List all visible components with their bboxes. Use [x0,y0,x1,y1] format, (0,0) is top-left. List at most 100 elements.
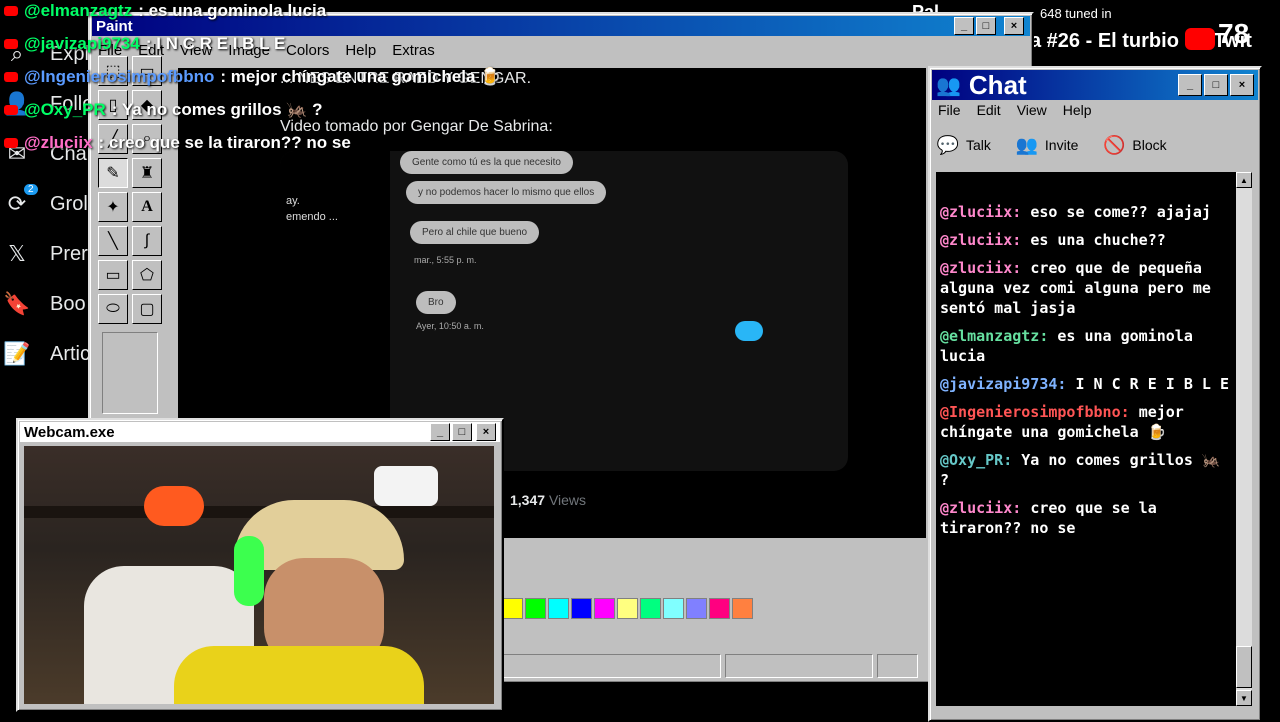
overlay-username: @Ingenierosimpofbbno [24,67,215,86]
chat-log-spacer [936,172,1236,202]
maximize-button[interactable]: □ [976,17,996,35]
color-swatch[interactable] [594,598,615,619]
sidebar-item-label: Grol [50,192,88,215]
text-tool[interactable]: A [132,192,162,222]
menu-colors[interactable]: Colors [286,42,329,59]
overlay-message: : creo que se la tiraron?? no se [98,133,351,152]
chat-username: @Ingenierosimpofbbno: [940,403,1130,421]
chat-toolbar: 💬 Talk 👥 Invite 🚫 Block [936,128,1254,162]
close-button[interactable]: × [1230,74,1254,96]
airbrush-tool[interactable]: ✦ [98,192,128,222]
polygon-tool[interactable]: ⬠ [132,260,162,290]
color-swatch[interactable] [663,598,684,619]
close-button[interactable]: × [476,423,496,441]
toolbar-label: Talk [966,137,991,153]
minimize-button[interactable]: _ [430,423,450,441]
talk-button[interactable]: 💬 Talk [936,133,991,157]
overlay-message: : Ya no comes grillos 🦗 ? [111,100,323,119]
color-swatch[interactable] [732,598,753,619]
tweet-views: 1,347 Views [510,492,586,508]
bookmark-icon: 🔖 [3,291,31,316]
chat-text: eso se come?? ajajaj [1030,203,1211,221]
ellipse-tool[interactable]: ⬭ [98,294,128,324]
people-icon: 👥 [936,74,961,97]
scroll-down-button[interactable]: ▼ [1236,690,1252,706]
maximize-button[interactable]: □ [452,423,472,441]
rounded-rect-tool[interactable]: ▢ [132,294,162,324]
sidebar-item-label: Boo [50,292,86,315]
chat-menu-view[interactable]: View [1017,102,1047,118]
views-label: Views [548,492,587,508]
block-button[interactable]: 🚫 Block [1102,133,1166,157]
menu-help[interactable]: Help [345,42,376,59]
color-swatch[interactable] [617,598,638,619]
sidebar-item-5[interactable]: 🔖 Boo [3,284,86,324]
status-cell [724,654,873,678]
chat-window: 👥 Chat _ □ × File Edit View Help 💬 Talk 👥 Invi… [928,66,1262,722]
color-swatch[interactable] [709,598,730,619]
color-swatch[interactable] [686,598,707,619]
message-time: Ayer, 10:50 a. m. [416,321,484,331]
close-button[interactable]: × [1004,17,1024,35]
video-side-text-2: emendo ... [286,211,338,223]
message-bubble: y no podemos hacer lo mismo que ellos [406,181,607,204]
yellow-shirt [174,646,424,704]
webcam-titlebar[interactable]: Webcam.exe [20,422,500,442]
chat-message: @javizapi9734: I N C R E I B L E [940,374,1236,394]
youtube-icon [4,138,18,148]
pencil-tool[interactable]: ✎ [98,158,128,188]
chat-menu-edit[interactable]: Edit [977,102,1001,118]
grok-icon: ⟳ [7,191,27,216]
chat-scrollbar[interactable]: ▲ ▼ [1236,172,1252,706]
chat-text: es una chuche?? [1030,231,1166,249]
chat-message: @elmanzagtz: es una gominola lucia [940,326,1236,366]
tool-options-box[interactable] [102,332,158,414]
color-swatch[interactable] [525,598,546,619]
color-swatch[interactable] [640,598,661,619]
chat-log[interactable]: @zluciix: eso se come?? ajajaj @zluciix: … [936,172,1236,706]
tuned-in-count: 648 tuned in [1040,6,1112,21]
color-swatch[interactable] [548,598,569,619]
chat-username: @zluciix: [940,499,1022,517]
overlay-message: : I N C R E I B L E [145,34,286,53]
overlay-username: @Oxy_PR [24,100,106,119]
overlay-username: @zluciix [24,133,93,152]
chat-message: @Oxy_PR: Ya no comes grillos 🦗 ? [940,450,1236,490]
scroll-up-button[interactable]: ▲ [1236,172,1252,188]
color-swatch[interactable] [571,598,592,619]
line-tool[interactable]: ╲ [98,226,128,256]
message-bubble: Gente como tú es la que necesito [400,151,573,174]
curve-tool[interactable]: ∫ [132,226,162,256]
sidebar-item-3[interactable]: ⟳ 2 Grol [4,184,88,224]
invite-button[interactable]: 👥 Invite [1015,133,1079,157]
sidebar-item-4[interactable]: 𝕏 Prer [4,234,88,274]
rectangle-tool[interactable]: ▭ [98,260,128,290]
message-time: mar., 5:55 p. m. [414,255,477,265]
message-bubble: Pero al chile que bueno [410,221,540,244]
minimize-button[interactable]: _ [1178,74,1202,96]
color-palette [502,598,755,619]
stream-title: rga #26 - El turbio de Twit [1010,30,1252,52]
chat-username: @zluciix: [940,231,1022,249]
chat-menu-file[interactable]: File [938,102,961,118]
overlay-username: @javizapi9734 [24,34,140,53]
status-cell [876,654,918,678]
menu-extras[interactable]: Extras [392,42,435,59]
chat-username: @elmanzagtz: [940,327,1049,345]
brush-tool[interactable]: ♜ [132,158,162,188]
youtube-icon [4,105,18,115]
chat-menu-help[interactable]: Help [1063,102,1092,118]
block-icon: 🚫 [1103,134,1126,155]
color-swatch[interactable] [502,598,523,619]
maximize-button[interactable]: □ [1204,74,1228,96]
overlay-chat-line: @zluciix : creo que se la tiraron?? no se [4,132,351,154]
status-cell [502,654,721,678]
overlay-message: : es una gominola lucia [138,1,327,20]
scroll-thumb[interactable] [1236,646,1252,688]
minimize-button[interactable]: _ [954,17,974,35]
trump-roll [374,466,438,506]
sidebar-item-6[interactable]: 📝 Artic [3,334,90,374]
youtube-icon [4,6,18,16]
flowers [144,486,204,526]
article-icon: 📝 [3,341,31,366]
